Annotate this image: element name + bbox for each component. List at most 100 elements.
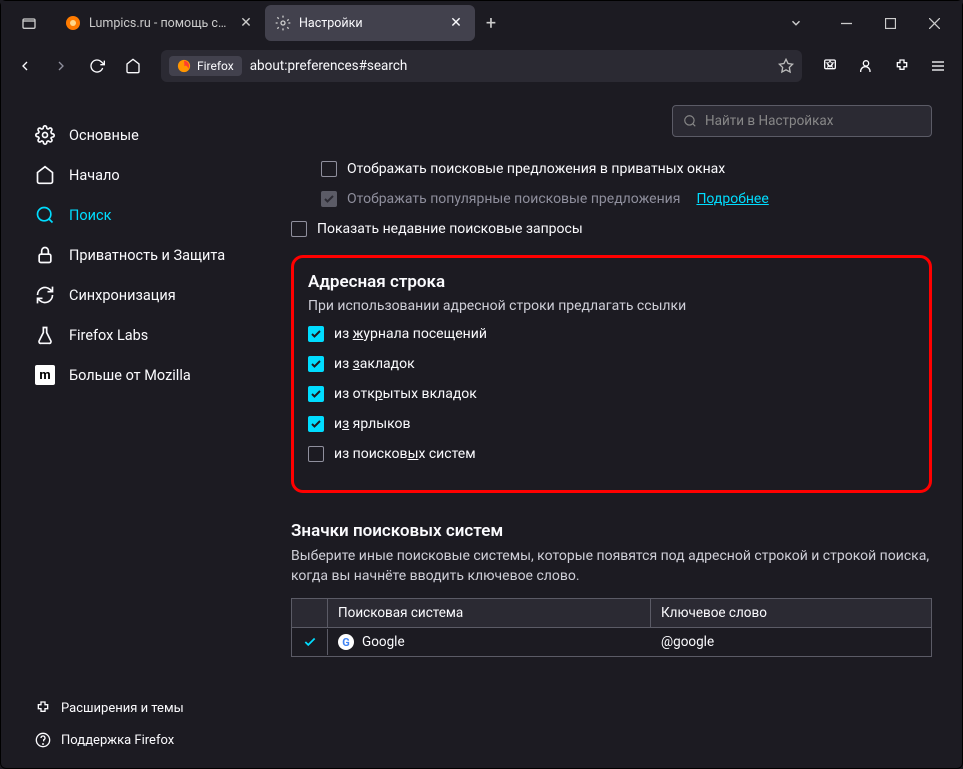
tab-label: Lumpics.ru - помощь с компь: [89, 16, 229, 31]
category-label: Поиск: [69, 207, 111, 224]
identity-label: Firefox: [197, 59, 234, 73]
maximize-button[interactable]: [868, 7, 912, 39]
tab-label: Настройки: [299, 16, 439, 31]
settings-search-input[interactable]: Найти в Настройках: [672, 105, 932, 137]
section-desc: Выберите иные поисковые системы, которые…: [291, 547, 932, 586]
checkbox-label: из открытых вкладок: [334, 386, 477, 402]
engine-name-cell: G Google: [328, 628, 651, 656]
tab-settings[interactable]: Настройки ✕: [265, 5, 475, 41]
flask-icon: [35, 325, 55, 345]
mozilla-icon: m: [35, 365, 55, 385]
pocket-button[interactable]: [814, 50, 846, 82]
close-button[interactable]: [912, 7, 956, 39]
gear-icon: [275, 15, 291, 31]
identity-box[interactable]: Firefox: [169, 56, 242, 76]
category-label: Firefox Labs: [69, 327, 148, 344]
search-icon: [35, 205, 55, 225]
checkbox-label: из поисковых систем: [334, 446, 476, 462]
table-row[interactable]: G Google @google: [292, 628, 931, 656]
content-area: Найти в Настройках Отображать поисковые …: [261, 87, 962, 768]
forward-button[interactable]: [45, 50, 77, 82]
reload-button[interactable]: [81, 50, 113, 82]
checkbox-icon: [308, 386, 324, 402]
gear-icon: [35, 125, 55, 145]
footer-label: Поддержка Firefox: [61, 733, 174, 748]
title-bar: Lumpics.ru - помощь с компь ✕ Настройки …: [1, 1, 962, 45]
col-keyword: Ключевое слово: [651, 599, 931, 627]
checkbox-icon: [308, 356, 324, 372]
category-label: Синхронизация: [69, 287, 176, 304]
category-general[interactable]: Основные: [21, 115, 249, 155]
category-label: Основные: [69, 127, 139, 144]
checkbox-icon: [308, 416, 324, 432]
engines-table: Поисковая система Ключевое слово G Googl…: [291, 598, 932, 657]
checkbox-bookmarks[interactable]: из закладок: [308, 356, 915, 372]
sidebar-support[interactable]: Поддержка Firefox: [21, 724, 249, 756]
url-bar[interactable]: Firefox about:preferences#search: [161, 50, 802, 82]
window-controls: [824, 7, 956, 39]
checkbox-open-tabs[interactable]: из открытых вкладок: [308, 386, 915, 402]
check-icon: [303, 635, 317, 649]
learn-more-link[interactable]: Подробнее: [696, 191, 768, 207]
sidebar-footer: Расширения и темы Поддержка Firefox: [21, 692, 249, 756]
addressbar-section-highlight: Адресная строка При использовании адресн…: [291, 255, 932, 493]
lock-icon: [35, 245, 55, 265]
checkbox-label: из закладок: [334, 356, 415, 372]
checkbox-label: из ярлыков: [334, 416, 411, 432]
engine-keyword: @google: [651, 628, 931, 656]
checkbox-icon: [308, 446, 324, 462]
puzzle-icon: [35, 700, 51, 716]
section-desc: При использовании адресной строки предла…: [308, 298, 915, 314]
checkbox-label: Отображать популярные поисковые предложе…: [347, 191, 680, 207]
sidebar-extensions[interactable]: Расширения и темы: [21, 692, 249, 724]
home-button[interactable]: [117, 50, 149, 82]
engine-check[interactable]: [292, 629, 328, 655]
category-more[interactable]: m Больше от Mozilla: [21, 355, 249, 395]
category-labs[interactable]: Firefox Labs: [21, 315, 249, 355]
category-home[interactable]: Начало: [21, 155, 249, 195]
category-sidebar: Основные Начало Поиск Приватность и Защи…: [1, 87, 261, 768]
category-search[interactable]: Поиск: [21, 195, 249, 235]
bookmark-star-icon[interactable]: [778, 58, 794, 74]
checkbox-icon: [308, 326, 324, 342]
checkbox-shortcuts[interactable]: из ярлыков: [308, 416, 915, 432]
section-title: Значки поисковых систем: [291, 521, 932, 541]
category-privacy[interactable]: Приватность и Защита: [21, 235, 249, 275]
checkbox-label: из журнала посещений: [334, 326, 487, 342]
checkbox-private-suggestions[interactable]: Отображать поисковые предложения в прива…: [321, 161, 932, 177]
category-label: Приватность и Защита: [69, 247, 225, 264]
category-sync[interactable]: Синхронизация: [21, 275, 249, 315]
url-text: about:preferences#search: [250, 58, 770, 74]
google-icon: G: [338, 634, 354, 650]
checkbox-icon: [291, 221, 307, 237]
help-icon: [35, 732, 51, 748]
category-label: Начало: [69, 167, 120, 184]
account-button[interactable]: [850, 50, 882, 82]
tab-close-icon[interactable]: ✕: [237, 14, 255, 32]
footer-label: Расширения и темы: [61, 701, 184, 716]
checkbox-search-engines[interactable]: из поисковых систем: [308, 446, 915, 462]
tab-close-icon[interactable]: ✕: [447, 14, 465, 32]
engine-name: Google: [362, 634, 405, 650]
nav-toolbar: Firefox about:preferences#search: [1, 45, 962, 87]
checkbox-trending-suggestions: Отображать популярные поисковые предложе…: [321, 191, 932, 207]
checkbox-icon: [321, 191, 337, 207]
workspace-icon[interactable]: [7, 15, 51, 31]
minimize-button[interactable]: [824, 7, 868, 39]
new-tab-button[interactable]: +: [475, 7, 507, 39]
search-placeholder: Найти в Настройках: [705, 113, 833, 129]
all-tabs-button[interactable]: [780, 7, 812, 39]
extensions-button[interactable]: [886, 50, 918, 82]
back-button[interactable]: [9, 50, 41, 82]
section-title: Адресная строка: [308, 272, 915, 292]
checkbox-history[interactable]: из журнала посещений: [308, 326, 915, 342]
sync-icon: [35, 285, 55, 305]
tab-lumpics[interactable]: Lumpics.ru - помощь с компь ✕: [55, 5, 265, 41]
search-icon: [683, 114, 697, 128]
checkbox-recent-searches[interactable]: Показать недавние поисковые запросы: [291, 221, 932, 237]
category-label: Больше от Mozilla: [69, 367, 191, 384]
firefox-icon: [177, 59, 191, 73]
menu-button[interactable]: [922, 50, 954, 82]
preferences-page: Основные Начало Поиск Приватность и Защи…: [1, 87, 962, 768]
tab-strip: Lumpics.ru - помощь с компь ✕ Настройки …: [55, 1, 820, 45]
